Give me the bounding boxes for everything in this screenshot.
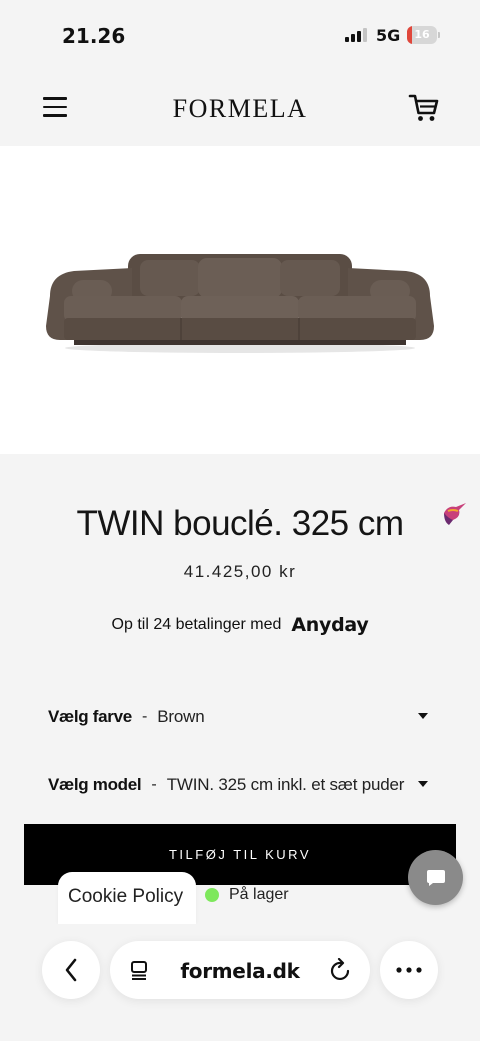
more-dots-icon <box>396 967 422 973</box>
chevron-down-icon[interactable] <box>418 713 428 719</box>
more-button[interactable] <box>380 941 438 999</box>
color-select-separator: - <box>141 708 148 725</box>
signal-icon <box>345 28 367 42</box>
stock-indicator <box>205 888 219 902</box>
shopping-cart-icon[interactable] <box>408 93 440 123</box>
model-select[interactable]: Vælg model - TWIN. 325 cm inkl. et sæt p… <box>48 770 432 800</box>
chat-bubble-icon <box>426 869 445 886</box>
status-time: 21.26 <box>62 24 126 48</box>
chevron-left-icon <box>65 958 77 982</box>
product-image[interactable] <box>0 146 480 525</box>
payment-text: Op til 24 betalinger med <box>111 616 282 633</box>
model-select-separator: - <box>151 776 157 793</box>
product-price: 41.425,00 kr <box>183 562 297 581</box>
battery-level: 16 <box>414 28 430 41</box>
color-select-value: Brown <box>157 707 205 726</box>
site-header: FORMELA <box>0 70 480 146</box>
payment-info[interactable]: Op til 24 betalinger med Anyday <box>0 614 480 636</box>
color-select[interactable]: Vælg farve - Brown <box>48 702 432 732</box>
address-bar[interactable]: formela.dk <box>110 941 370 999</box>
cookie-policy-label: Cookie Policy <box>68 886 184 907</box>
chat-button[interactable] <box>408 850 463 905</box>
anyday-logo: Anyday <box>291 614 369 636</box>
battery-tip <box>438 32 440 38</box>
network-type: 5G <box>376 26 401 45</box>
model-select-label: Vælg model <box>48 775 142 794</box>
stock-status: På lager <box>205 886 289 904</box>
sofa-illustration <box>46 254 434 353</box>
status-bar: 21.26 5G 16 <box>0 0 480 70</box>
model-select-value: TWIN. 325 cm inkl. et sæt puder <box>166 775 405 794</box>
browser-toolbar: formela.dk <box>0 924 480 1041</box>
color-select-label: Vælg farve <box>48 707 132 726</box>
reload-icon[interactable] <box>330 958 352 982</box>
stock-label: På lager <box>229 886 289 903</box>
back-button[interactable] <box>42 941 100 999</box>
cookie-policy-tab[interactable]: Cookie Policy <box>58 872 196 924</box>
battery-icon: 16 <box>407 26 437 44</box>
product-title: TWIN bouclé. 325 cm <box>76 504 405 543</box>
chevron-down-icon[interactable] <box>418 781 428 787</box>
